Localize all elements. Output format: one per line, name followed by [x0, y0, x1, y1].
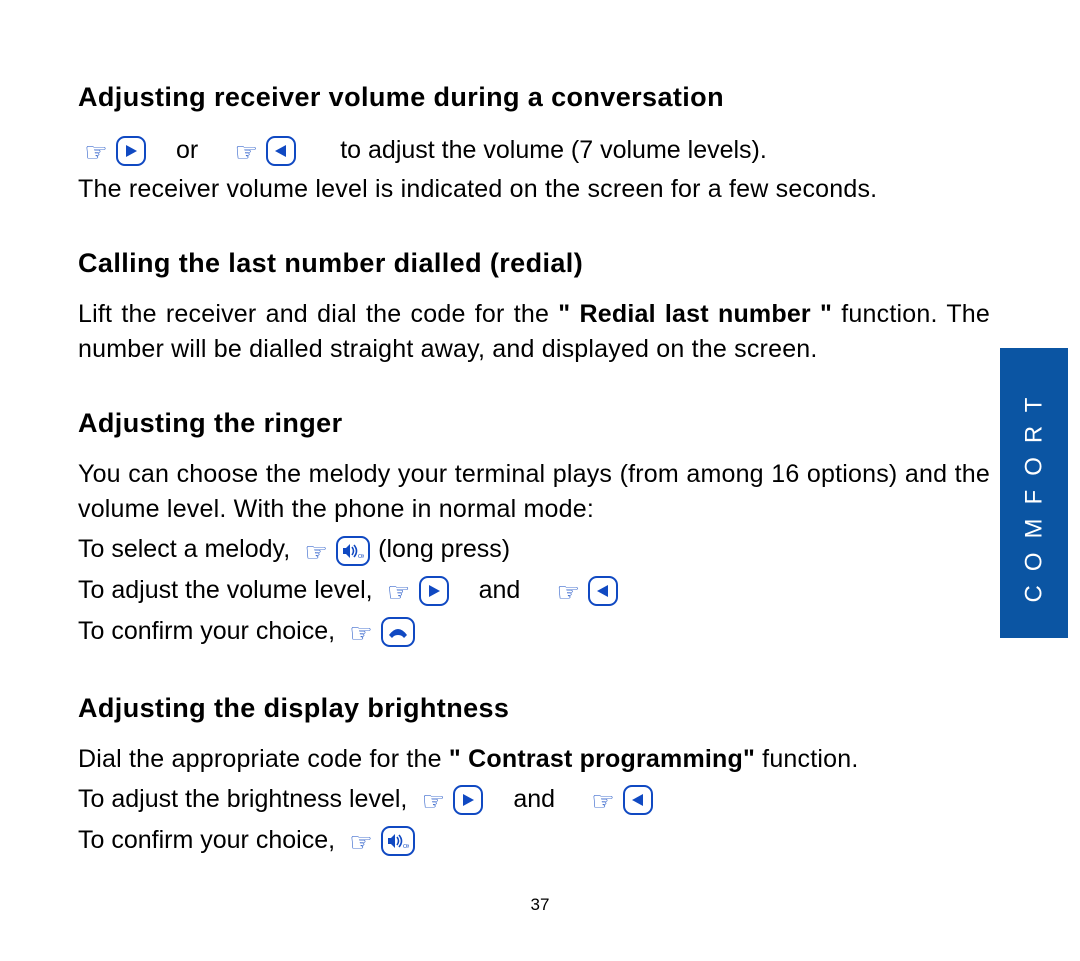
instruction-row: To adjust the volume level, ☞ and ☞ — [78, 571, 990, 610]
svg-text:OK: OK — [403, 844, 409, 849]
hand-pointing-icon: ☞ — [550, 579, 586, 605]
text-longpress: (long press) — [378, 530, 510, 569]
key-speaker-ok-icon: OK — [336, 536, 370, 566]
press-icon-group: ☞ — [415, 784, 483, 814]
heading: Adjusting the display brightness — [78, 693, 990, 724]
hand-pointing-icon: ☞ — [415, 788, 451, 814]
press-icon-group: ☞ — [585, 784, 653, 814]
hand-pointing-icon: ☞ — [78, 139, 114, 165]
hand-pointing-icon: ☞ — [298, 539, 334, 565]
hand-pointing-icon: ☞ — [228, 139, 264, 165]
body-text: The receiver volume level is indicated o… — [78, 172, 990, 207]
text-bold-function: " Redial last number " — [558, 300, 832, 328]
press-icon-group: ☞ — [228, 135, 296, 165]
press-icon-group: ☞ OK — [343, 825, 415, 855]
instruction-row: ☞ or ☞ to adjust the volume (7 volume le… — [78, 131, 990, 170]
text: To select a melody, — [78, 530, 290, 569]
text-and: and — [479, 571, 521, 610]
hand-pointing-icon: ☞ — [381, 579, 417, 605]
press-icon-group: ☞ OK — [298, 535, 370, 565]
heading: Adjusting receiver volume during a conve… — [78, 82, 990, 113]
text-and: and — [513, 780, 555, 819]
section-tab-label: COMFORT — [1020, 384, 1048, 603]
instruction-row: To confirm your choice, ☞ OK — [78, 821, 990, 860]
hand-pointing-icon: ☞ — [585, 788, 621, 814]
svg-text:OK: OK — [358, 554, 364, 559]
section-adjust-ringer: Adjusting the ringer You can choose the … — [78, 408, 990, 650]
page-number: 37 — [0, 895, 1080, 915]
instruction-row: To confirm your choice, ☞ — [78, 612, 990, 651]
instruction-row: To select a melody, ☞ OK (long press) — [78, 530, 990, 569]
heading: Adjusting the ringer — [78, 408, 990, 439]
text-tail: to adjust the volume (7 volume levels). — [340, 131, 767, 170]
press-icon-group: ☞ — [381, 575, 449, 605]
body-text: Lift the receiver and dial the code for … — [78, 297, 990, 366]
text-or: or — [176, 131, 198, 170]
text: To adjust the brightness level, — [78, 780, 407, 819]
instruction-row: To adjust the brightness level, ☞ and ☞ — [78, 780, 990, 819]
key-speaker-ok-icon: OK — [381, 826, 415, 856]
text: To adjust the volume level, — [78, 571, 373, 610]
key-left-arrow-icon — [623, 785, 653, 815]
text-fragment: Dial the appropriate code for the — [78, 745, 449, 773]
section-tab-comfort: COMFORT — [1000, 348, 1068, 638]
press-icon-group: ☞ — [78, 135, 146, 165]
text-fragment: function. — [755, 745, 858, 773]
text: To confirm your choice, — [78, 821, 335, 860]
text-fragment: Lift the receiver and dial the code for … — [78, 300, 558, 328]
press-icon-group: ☞ — [550, 575, 618, 605]
key-right-arrow-icon — [419, 576, 449, 606]
key-left-arrow-icon — [588, 576, 618, 606]
body-text: Dial the appropriate code for the " Cont… — [78, 742, 990, 777]
key-handset-end-icon — [381, 617, 415, 647]
body-text: You can choose the melody your terminal … — [78, 457, 990, 526]
hand-pointing-icon: ☞ — [343, 829, 379, 855]
section-adjust-brightness: Adjusting the display brightness Dial th… — [78, 693, 990, 860]
key-right-arrow-icon — [116, 136, 146, 166]
section-redial: Calling the last number dialled (redial)… — [78, 248, 990, 366]
key-left-arrow-icon — [266, 136, 296, 166]
text-bold-function: " Contrast programming" — [449, 745, 755, 773]
press-icon-group: ☞ — [343, 616, 415, 646]
heading: Calling the last number dialled (redial) — [78, 248, 990, 279]
manual-page: COMFORT Adjusting receiver volume during… — [0, 0, 1080, 961]
hand-pointing-icon: ☞ — [343, 620, 379, 646]
section-adjust-receiver-volume: Adjusting receiver volume during a conve… — [78, 82, 990, 206]
key-right-arrow-icon — [453, 785, 483, 815]
text: To confirm your choice, — [78, 612, 335, 651]
